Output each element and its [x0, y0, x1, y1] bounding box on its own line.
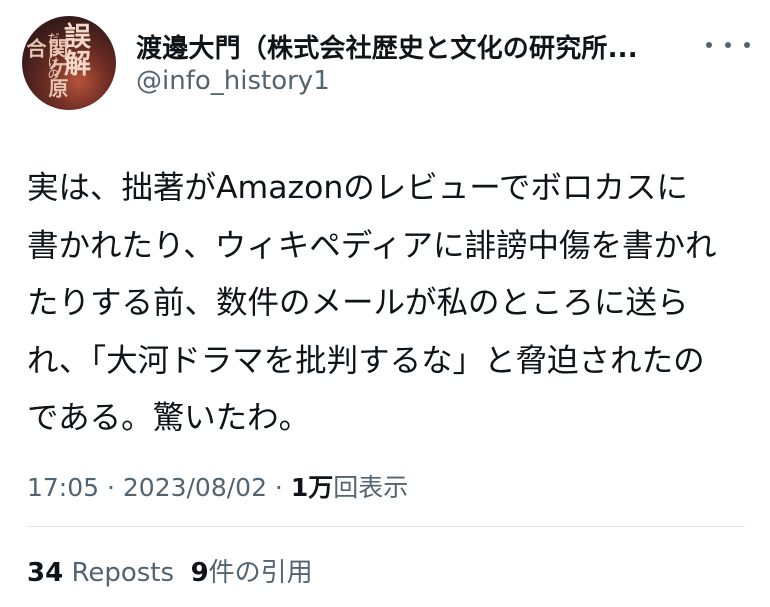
tweet-date[interactable]: 2023/08/02 — [123, 473, 267, 502]
tweet-meta: 17:05 · 2023/08/02 · 1万回表示 — [27, 468, 408, 504]
engagement-stats: 34 Reposts 9件の引用 — [27, 552, 313, 589]
quotes-link[interactable]: 9件の引用 — [191, 558, 313, 588]
tweet-line: 実は、拙著がAmazonのレビューでボロカスに — [27, 170, 688, 206]
author-display-name[interactable]: 渡邊大門（株式会社歴史と文化の研究所... — [136, 28, 691, 65]
avatar-side-text: 関ケ原合 — [23, 38, 69, 98]
divider — [27, 526, 745, 527]
dot — [706, 42, 712, 48]
more-options-icon[interactable] — [706, 30, 750, 60]
views-count: 1万 — [290, 473, 334, 502]
tweet-line: れ、「大河ドラマを批判するな」と脅迫されたの — [27, 342, 705, 379]
tweet-line: 書かれたり、ウィキペディアに誹謗中傷を書かれ — [27, 227, 717, 264]
reposts-count: 34 — [27, 558, 64, 588]
tweet-time[interactable]: 17:05 — [27, 473, 99, 502]
tweet-text: 実は、拙著がAmazonのレビューでボロカスに 書かれたり、ウィキペディアに誹謗… — [27, 160, 752, 448]
quotes-count: 9 — [190, 558, 209, 588]
separator: · — [99, 473, 123, 502]
author-handle[interactable]: @info_history1 — [136, 66, 330, 96]
dot — [744, 42, 750, 48]
views-label: 回表示 — [333, 473, 409, 502]
tweet-line: である。驚いたわ。 — [27, 400, 311, 436]
quotes-label: 件の引用 — [208, 558, 313, 588]
dot — [725, 42, 731, 48]
avatar[interactable]: だらけの 誤解 関ケ原合 — [22, 16, 116, 110]
tweet-line: たりする前、数件のメールが私のところに送ら — [27, 285, 689, 321]
reposts-link[interactable]: 34 Reposts — [27, 558, 174, 588]
separator: · — [266, 473, 291, 502]
reposts-label: Reposts — [71, 558, 175, 588]
